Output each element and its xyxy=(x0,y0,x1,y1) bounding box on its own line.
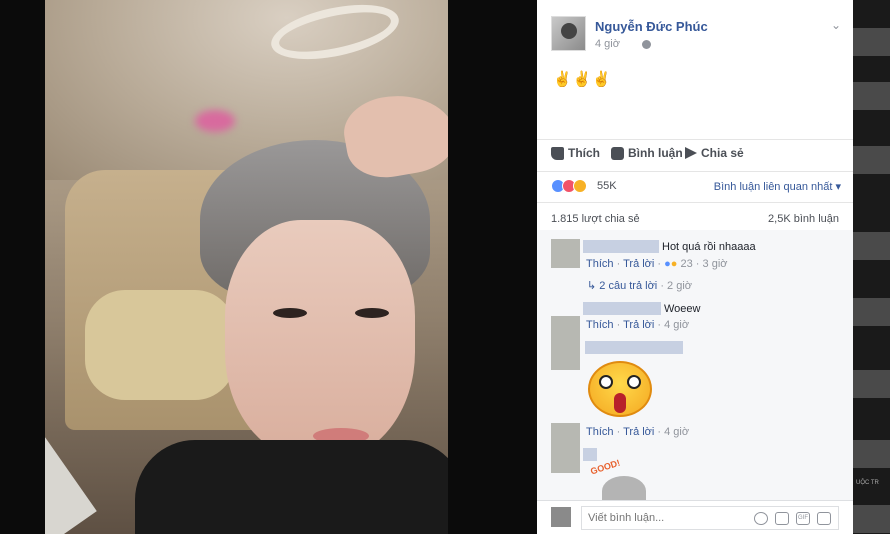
share-count[interactable]: 1.815 lượt chia sẻ xyxy=(551,213,640,225)
photo-eye-left xyxy=(273,308,307,318)
like-button[interactable]: Thích xyxy=(551,146,600,160)
comment-meta: Thích · Trả lời · 4 giờ xyxy=(586,426,690,438)
emoji-icon[interactable] xyxy=(754,512,768,525)
surprised-face-sticker xyxy=(588,361,652,417)
comments-list: Hot quá rồi nhaaaa Thích · Trả lời · ●● … xyxy=(537,230,853,500)
author-avatar[interactable] xyxy=(551,16,586,51)
like-icon xyxy=(551,146,564,160)
composer-icons: GIF xyxy=(754,512,831,525)
post-panel: Nguyễn Đức Phúc 4 giờ ⌄ ✌✌✌ Thích Bình l… xyxy=(537,0,853,534)
comment-button[interactable]: Bình luận xyxy=(611,146,683,160)
sidebar-thumbnail[interactable] xyxy=(853,232,890,260)
author-name[interactable]: Nguyễn Đức Phúc xyxy=(595,19,708,34)
camera-icon[interactable] xyxy=(775,512,789,525)
share-label: Chia sẻ xyxy=(701,146,744,160)
commenter-name-redacted[interactable] xyxy=(583,302,661,315)
comment-label: Bình luận xyxy=(628,146,683,160)
post-photo[interactable] xyxy=(45,0,448,534)
sidebar-thumbnail[interactable] xyxy=(853,440,890,468)
gif-icon[interactable]: GIF xyxy=(796,512,810,525)
comment-count[interactable]: 2,5K bình luận xyxy=(768,213,839,225)
sticker-mouth xyxy=(614,393,626,413)
replies-count: 2 câu trả lời xyxy=(599,280,658,292)
view-replies-link[interactable]: ↳ 2 câu trả lời · 2 giờ xyxy=(587,279,692,292)
photo-pillow xyxy=(85,290,235,400)
comment-like-link[interactable]: Thích xyxy=(586,426,614,438)
wow-reaction-icon xyxy=(573,179,587,193)
sticker-cat-head xyxy=(602,476,646,500)
commenter-avatar[interactable] xyxy=(551,423,580,473)
globe-icon xyxy=(642,40,651,49)
comment-composer: GIF xyxy=(537,500,853,534)
comment-reaction-count[interactable]: 23 xyxy=(681,258,693,270)
sidebar-thumbnail[interactable] xyxy=(853,82,890,110)
post-text: ✌✌✌ xyxy=(553,71,613,88)
share-icon xyxy=(685,147,697,159)
sidebar-thumbnail[interactable] xyxy=(853,505,890,533)
reply-arrow-icon: ↳ xyxy=(587,280,597,292)
reaction-count[interactable]: 55K xyxy=(597,180,617,192)
comment-like-link[interactable]: Thích xyxy=(586,319,614,331)
comment-reactions-icon[interactable]: ● xyxy=(664,258,671,270)
divider xyxy=(537,171,853,172)
comment-reply-link[interactable]: Trả lời xyxy=(623,426,654,438)
replies-time: 2 giờ xyxy=(667,280,692,292)
comment-text: Woeew xyxy=(664,303,701,315)
comment-text: Hot quá rồi nhaaaa xyxy=(662,241,756,253)
photo-shirt xyxy=(135,440,448,534)
comment-time[interactable]: 3 giờ xyxy=(703,258,728,270)
comment-meta: Thích · Trả lời · ●● 23 · 3 giờ xyxy=(586,258,728,270)
viewer-avatar xyxy=(551,507,571,527)
comment-time[interactable]: 4 giờ xyxy=(664,426,689,438)
divider xyxy=(537,139,853,140)
sidebar-thumbnail[interactable] xyxy=(853,298,890,326)
share-button[interactable]: Chia sẻ xyxy=(685,146,744,160)
post-header: Nguyễn Đức Phúc 4 giờ ⌄ xyxy=(551,16,841,56)
like-label: Thích xyxy=(568,146,600,160)
comment-time[interactable]: 4 giờ xyxy=(664,319,689,331)
photo-eye-right xyxy=(355,308,389,318)
photo-viewer: Nguyễn Đức Phúc 4 giờ ⌄ ✌✌✌ Thích Bình l… xyxy=(0,0,890,534)
good-cat-sticker: GOOD! xyxy=(588,458,654,500)
comment-sort-label: Bình luận liên quan nhất xyxy=(713,181,833,193)
photo-pink-light xyxy=(195,110,235,132)
sticker-eye xyxy=(627,375,641,389)
commenter-name-redacted[interactable] xyxy=(583,240,659,253)
comment-icon xyxy=(611,146,624,160)
commenter-avatar[interactable] xyxy=(551,239,580,268)
sidebar-label: UỘC TR xyxy=(856,480,879,486)
photo-face xyxy=(225,220,415,460)
comment-reply-link[interactable]: Trả lời xyxy=(623,258,654,270)
comment-reply-link[interactable]: Trả lời xyxy=(623,319,654,331)
reaction-icons[interactable] xyxy=(551,179,587,193)
divider xyxy=(537,202,853,203)
comment-like-link[interactable]: Thích xyxy=(586,258,614,270)
comment-sort-dropdown[interactable]: Bình luận liên quan nhất ▾ xyxy=(714,180,841,193)
sidebar-thumbnail[interactable] xyxy=(853,370,890,398)
right-sidebar-strip: UỘC TR xyxy=(853,0,890,534)
commenter-name-redacted[interactable] xyxy=(585,341,683,354)
chevron-down-icon[interactable]: ⌄ xyxy=(831,18,841,32)
commenter-name-redacted[interactable] xyxy=(583,448,597,461)
sidebar-thumbnail[interactable] xyxy=(853,28,890,56)
reaction-summary: 55K Bình luận liên quan nhất ▾ xyxy=(551,179,841,195)
post-actions: Thích Bình luận Chia sẻ xyxy=(551,146,841,166)
commenter-avatar[interactable] xyxy=(551,316,580,370)
sidebar-thumbnail[interactable] xyxy=(853,146,890,174)
sticker-eye xyxy=(599,375,613,389)
sticker-icon[interactable] xyxy=(817,512,831,525)
post-timestamp[interactable]: 4 giờ xyxy=(595,38,620,50)
comment-meta: Thích · Trả lời · 4 giờ xyxy=(586,319,690,331)
